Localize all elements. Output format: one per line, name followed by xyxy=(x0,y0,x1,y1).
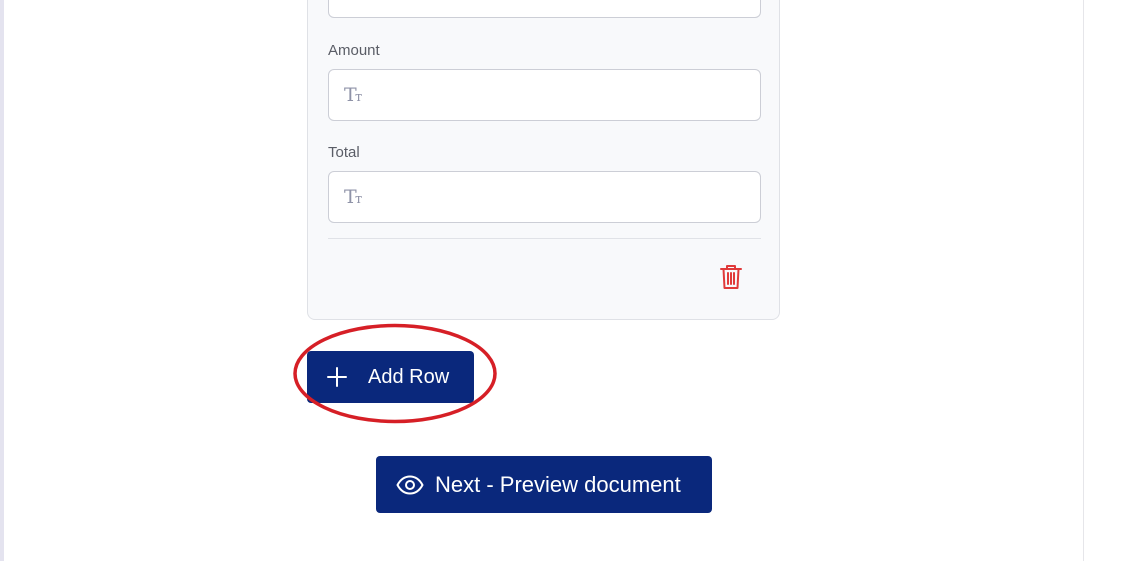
total-label: Total xyxy=(328,144,360,161)
line-item-row-card: Amount Tт Total Tт xyxy=(307,0,780,320)
next-preview-document-button[interactable]: Next - Preview document xyxy=(376,456,712,513)
eye-icon xyxy=(396,475,424,494)
line-item-field-1[interactable] xyxy=(328,0,761,18)
card-divider xyxy=(328,238,761,239)
right-divider xyxy=(1083,0,1084,561)
amount-label: Amount xyxy=(328,42,380,59)
total-input[interactable]: Tт xyxy=(328,171,761,223)
add-row-button[interactable]: Add Row xyxy=(307,351,474,403)
left-edge-bar xyxy=(0,0,4,561)
page: Amount Tт Total Tт Add Row Next - Previe… xyxy=(0,0,1131,561)
amount-input[interactable]: Tт xyxy=(328,69,761,121)
text-type-icon: Tт xyxy=(344,84,363,106)
add-row-label: Add Row xyxy=(368,366,450,388)
text-type-icon: Tт xyxy=(344,186,363,208)
delete-row-button[interactable] xyxy=(719,264,743,290)
trash-icon xyxy=(720,265,742,289)
plus-icon xyxy=(327,367,347,387)
preview-button-label: Next - Preview document xyxy=(435,471,681,497)
